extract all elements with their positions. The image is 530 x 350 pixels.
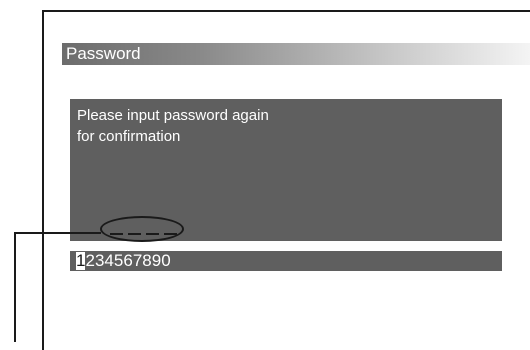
digit-selector: 1234567890	[70, 251, 502, 271]
callout-leader-line	[14, 232, 101, 234]
digit-key-2[interactable]: 2	[85, 252, 94, 270]
digit-key-0[interactable]: 0	[161, 252, 170, 270]
message-line-2: for confirmation	[77, 128, 181, 145]
digit-key-4[interactable]: 4	[104, 252, 113, 270]
digit-key-7[interactable]: 7	[133, 252, 142, 270]
digit-key-8[interactable]: 8	[142, 252, 151, 270]
digit-list: 1234567890	[76, 252, 171, 270]
callout-ellipse	[100, 216, 184, 242]
title-bar: Password	[62, 43, 530, 65]
digit-key-3[interactable]: 3	[95, 252, 104, 270]
window-title: Password	[66, 44, 141, 63]
digit-key-1[interactable]: 1	[76, 252, 86, 270]
message-line-1: Please input password again	[77, 107, 269, 124]
digit-key-9[interactable]: 9	[152, 252, 161, 270]
callout-leader-line	[14, 232, 16, 342]
digit-key-6[interactable]: 6	[123, 252, 132, 270]
digit-key-5[interactable]: 5	[114, 252, 123, 270]
